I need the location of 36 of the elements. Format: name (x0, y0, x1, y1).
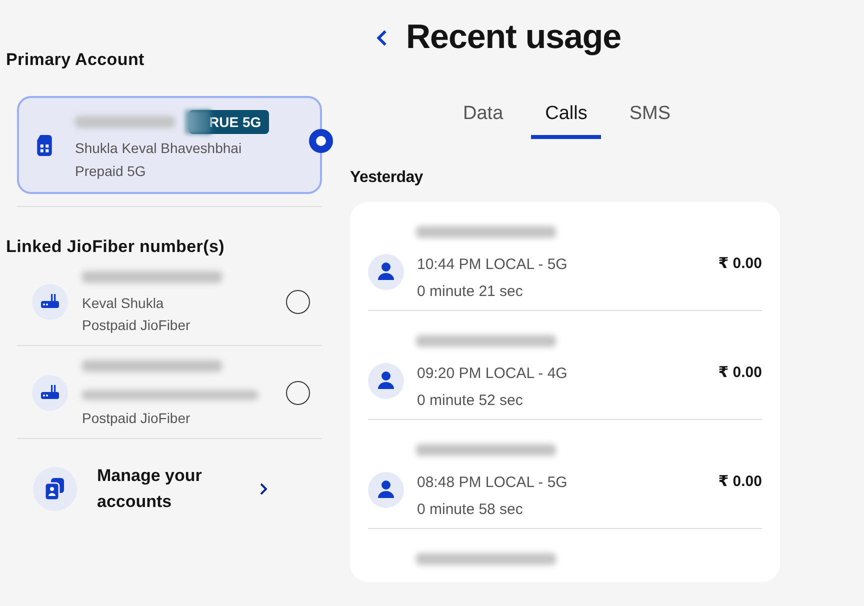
account-name: Shukla Keval Bhaveshbhai (75, 140, 243, 156)
call-time: 08:48 PM LOCAL - 5G (417, 474, 568, 491)
call-amount: ₹ 0.00 (718, 254, 762, 272)
call-duration: 0 minute 21 sec (417, 283, 524, 300)
back-icon[interactable] (376, 28, 388, 46)
day-heading: Yesterday (350, 169, 424, 187)
section-heading: Linked JioFiber number(s) (6, 237, 226, 257)
section-heading: Primary Account (6, 50, 146, 70)
tab[interactable]: Calls (531, 97, 602, 139)
accounts-icon (33, 467, 77, 511)
page-title: Recent usage (406, 18, 622, 57)
call-duration: 0 minute 58 sec (417, 501, 524, 518)
person-icon (368, 363, 404, 399)
radio-button[interactable] (286, 290, 310, 314)
router-icon (32, 284, 68, 320)
account-plan: Prepaid 5G (75, 163, 147, 179)
radio-button[interactable] (286, 381, 310, 405)
router-icon (32, 375, 68, 411)
account-plan: Postpaid JioFiber (82, 410, 192, 426)
person-icon (368, 472, 404, 508)
call-time: 10:44 PM LOCAL - 5G (417, 256, 568, 273)
sim-card-icon (37, 134, 52, 156)
tab[interactable]: Data (455, 97, 512, 139)
account-plan: Postpaid JioFiber (82, 317, 192, 333)
call-time: 09:20 PM LOCAL - 4G (417, 365, 568, 382)
redacted-overlay (185, 110, 211, 134)
radio-button[interactable] (309, 129, 333, 153)
call-amount: ₹ 0.00 (718, 472, 762, 490)
person-icon (368, 254, 404, 290)
account-card[interactable]: RUE 5G Shukla Keval Bhaveshbhai Prepaid 5G (17, 96, 322, 194)
account-name: Keval Shukla (82, 295, 165, 311)
tab[interactable]: SMS (621, 97, 679, 139)
call-amount: ₹ 0.00 (718, 363, 762, 381)
call-duration: 0 minute 52 sec (417, 392, 524, 409)
chevron-right-icon (259, 483, 267, 495)
manage-accounts-link[interactable]: Manage your accounts (97, 463, 227, 515)
